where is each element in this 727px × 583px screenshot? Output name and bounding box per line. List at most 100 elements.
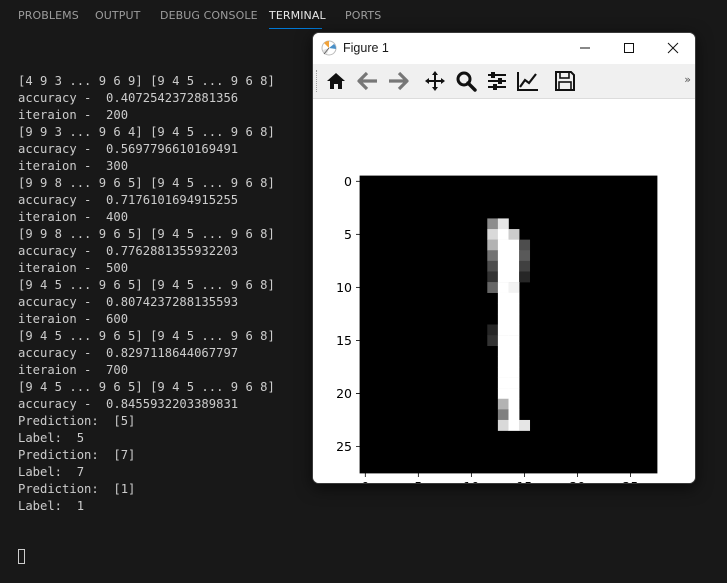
image-pixel [497,218,509,230]
home-button[interactable] [324,69,348,93]
maximize-button[interactable] [607,33,651,63]
y-tick-label: 20 [336,386,352,401]
figure-title: Figure 1 [343,41,389,55]
image-pixel [519,271,531,283]
maximize-icon [624,43,634,53]
tab-ports[interactable]: PORTS [345,9,381,22]
image-pixel [508,303,520,315]
image-pixel [508,313,520,325]
image-pixel [497,324,509,336]
image-pixel [519,260,531,272]
image-pixel [497,229,509,240]
image-pixel [497,366,509,378]
image-pixel [497,282,509,293]
forward-button[interactable] [386,69,410,93]
image-pixel [487,282,499,293]
terminal-line: iteraion - 400 [18,210,129,224]
matplotlib-logo-icon [321,40,337,56]
terminal-line: [4 9 3 ... 9 6 9] [9 4 5 ... 9 6 8] [18,74,275,88]
home-icon [327,73,345,89]
image-pixel [508,356,520,368]
image-pixel [497,250,509,262]
zoom-magnifier-icon [456,71,477,92]
tab-output[interactable]: OUTPUT [95,9,140,22]
image-pixel [508,345,520,357]
image-pixel [497,398,509,410]
terminal-line: iteraion - 700 [18,363,129,377]
terminal-output[interactable]: [4 9 3 ... 9 6 9] [9 4 5 ... 9 6 8] accur… [18,39,318,583]
terminal-line: accuracy - 0.8297118644067797 [18,346,239,360]
figure-titlebar[interactable]: Figure 1 [313,33,695,63]
image-pixel [508,250,520,262]
terminal-line: accuracy - 0.8455932203389831 [18,397,239,411]
image-pixel [497,356,509,368]
image-pixel [487,218,499,230]
terminal-line: Prediction: [1] [18,482,136,496]
image-pixel [497,260,509,272]
x-tick-label: 0 [361,479,369,483]
image-pixel [497,335,509,347]
tab-problems[interactable]: PROBLEMS [18,9,79,22]
image-pixel [508,377,520,389]
configure-subplots-button[interactable] [485,69,509,93]
terminal-line: Label: 5 [18,431,85,445]
x-tick-label: 10 [463,479,479,483]
image-pixel [508,388,520,400]
y-tick-label: 15 [336,333,352,348]
image-pixel [508,409,520,421]
pan-move-icon [425,71,445,91]
tab-debug-console[interactable]: DEBUG CONSOLE [160,9,258,22]
save-floppy-icon [555,71,575,91]
terminal-line: iteraion - 600 [18,312,129,326]
panel-tab-bar: PROBLEMS OUTPUT DEBUG CONSOLE TERMINAL P… [0,0,727,34]
terminal-line: Label: 7 [18,465,85,479]
image-pixel [519,250,531,262]
image-pixel [497,345,509,357]
x-tick-label: 5 [414,479,422,483]
back-button[interactable] [356,69,380,93]
image-pixel [508,419,520,431]
terminal-line: [9 4 5 ... 9 6 5] [9 4 5 ... 9 6 8] [18,329,275,343]
figure-window: Figure 1 » 0 5 10 15 20 25 [312,32,696,484]
figure-toolbar: » [313,64,695,99]
y-tick-label: 0 [344,174,352,189]
zoom-button[interactable] [454,69,478,93]
active-tab-indicator [269,28,322,29]
terminal-cursor [18,549,25,564]
terminal-line: iteraion - 200 [18,108,129,122]
edit-axis-button[interactable] [516,69,540,93]
minimize-button[interactable] [563,33,607,63]
pan-button[interactable] [423,69,447,93]
toolbar-overflow-chevron[interactable]: » [684,73,691,86]
terminal-line: accuracy - 0.8074237288135593 [18,295,239,309]
terminal-line: Prediction: [5] [18,414,136,428]
terminal-line: [9 9 8 ... 9 6 5] [9 4 5 ... 9 6 8] [18,176,275,190]
image-pixel [508,335,520,347]
x-tick-label: 20 [569,479,585,483]
close-button[interactable] [651,33,695,63]
terminal-line: iteraion - 500 [18,261,129,275]
figure-canvas[interactable]: 0 5 10 15 20 25 0 5 10 15 20 25 [313,99,695,483]
image-pixel [508,324,520,336]
image-pixel [508,292,520,304]
tab-terminal[interactable]: TERMINAL [269,9,326,22]
x-tick-label: 15 [516,479,532,483]
terminal-line: [9 4 5 ... 9 6 5] [9 4 5 ... 9 6 8] [18,380,275,394]
image-pixel [497,303,509,315]
image-pixel [487,324,499,336]
image-plot[interactable]: 0 5 10 15 20 25 0 5 10 15 20 25 [313,99,695,483]
save-button[interactable] [553,69,577,93]
image-pixel [487,250,499,262]
image-pixel [497,239,509,251]
image-pixel [497,419,509,431]
image-pixel [487,229,499,240]
close-icon [667,42,679,54]
image-pixel [519,419,531,431]
terminal-line: accuracy - 0.5697796610169491 [18,142,239,156]
image-pixel [497,292,509,304]
terminal-line: [9 4 5 ... 9 6 5] [9 4 5 ... 9 6 8] [18,278,275,292]
y-tick-label: 10 [336,280,352,295]
x-tick-label: 25 [623,479,639,483]
image-pixel [508,271,520,283]
image-pixel [508,239,520,251]
